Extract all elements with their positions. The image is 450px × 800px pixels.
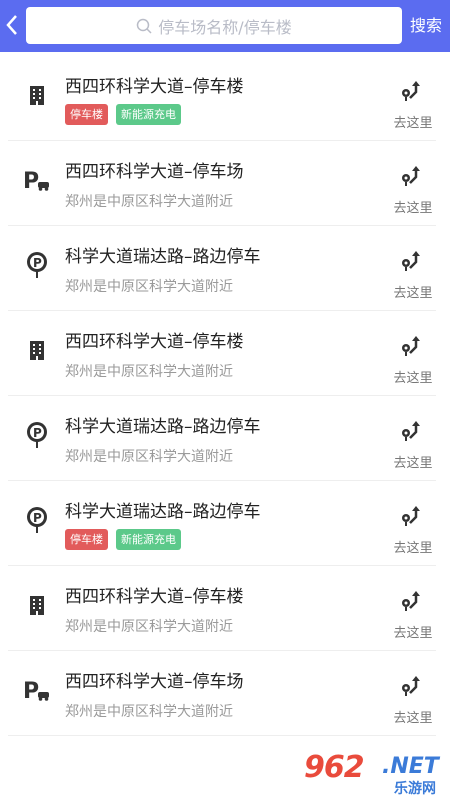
svg-text:P: P bbox=[33, 256, 42, 270]
navigate-label: 去这里 bbox=[393, 456, 433, 471]
roadside-parking-icon: P bbox=[22, 505, 52, 535]
list-item[interactable]: 西四环科学大道–停车楼郑州是中原区科学大道附近 去这里 bbox=[8, 566, 436, 651]
navigate-label: 去这里 bbox=[393, 286, 433, 301]
list-item[interactable]: P 科学大道瑞达路–路边停车郑州是中原区科学大道附近 去这里 bbox=[8, 396, 436, 481]
search-button[interactable]: 搜索 bbox=[410, 8, 442, 44]
parking-address: 郑州是中原区科学大道附近 bbox=[65, 279, 233, 295]
svg-text:P: P bbox=[33, 426, 42, 440]
list-item[interactable]: P 科学大道瑞达路–路边停车 停车楼 新能源充电去这里 bbox=[8, 481, 436, 566]
navigate-label: 去这里 bbox=[393, 541, 433, 556]
list-item[interactable]: P 科学大道瑞达路–路边停车郑州是中原区科学大道附近 去这里 bbox=[8, 226, 436, 311]
roadside-parking-icon: P bbox=[22, 250, 52, 280]
navigate-button[interactable]: 去这里 bbox=[390, 420, 436, 471]
navigate-label: 去这里 bbox=[393, 711, 433, 726]
parking-address: 郑州是中原区科学大道附近 bbox=[65, 449, 233, 465]
navigate-label: 去这里 bbox=[393, 626, 433, 641]
search-placeholder: 停车场名称/停车楼 bbox=[158, 17, 292, 37]
list-item[interactable]: P 西四环科学大道–停车场郑州是中原区科学大道附近 去这里 bbox=[8, 651, 436, 736]
svg-text:P: P bbox=[33, 511, 42, 525]
list-item[interactable]: 西四环科学大道–停车楼郑州是中原区科学大道附近 去这里 bbox=[8, 311, 436, 396]
list-item[interactable]: 西四环科学大道–停车楼 停车楼 新能源充电去这里 bbox=[8, 56, 436, 141]
top-bar: 停车场名称/停车楼 搜索 bbox=[0, 0, 450, 52]
watermark-cn: 乐游网 bbox=[394, 781, 436, 797]
navigate-button[interactable]: 去这里 bbox=[390, 505, 436, 556]
navigate-icon bbox=[400, 335, 426, 361]
parking-title: 西四环科学大道–停车楼 bbox=[65, 77, 244, 97]
navigate-button[interactable]: 去这里 bbox=[390, 675, 436, 726]
parking-lot-icon: P bbox=[22, 675, 52, 705]
navigate-label: 去这里 bbox=[393, 116, 433, 131]
parking-title: 西四环科学大道–停车场 bbox=[65, 162, 244, 182]
parking-title: 西四环科学大道–停车楼 bbox=[65, 332, 244, 352]
watermark-logo: 962 .NET 乐游网 bbox=[304, 750, 444, 797]
search-input[interactable]: 停车场名称/停车楼 bbox=[26, 7, 402, 44]
building-icon bbox=[22, 335, 52, 365]
tag-badge: 停车楼 bbox=[65, 529, 108, 550]
navigate-icon bbox=[400, 590, 426, 616]
navigate-button[interactable]: 去这里 bbox=[390, 165, 436, 216]
building-icon bbox=[22, 80, 52, 110]
parking-address: 郑州是中原区科学大道附近 bbox=[65, 619, 233, 635]
watermark-number: 962 bbox=[304, 750, 365, 785]
navigate-icon bbox=[400, 675, 426, 701]
tag-badge: 停车楼 bbox=[65, 104, 108, 125]
parking-address: 郑州是中原区科学大道附近 bbox=[65, 364, 233, 380]
navigate-button[interactable]: 去这里 bbox=[390, 590, 436, 641]
tag-badge: 新能源充电 bbox=[116, 529, 181, 550]
svg-text:P: P bbox=[23, 679, 39, 703]
tag-badge: 新能源充电 bbox=[116, 104, 181, 125]
parking-address: 郑州是中原区科学大道附近 bbox=[65, 704, 233, 720]
building-icon bbox=[22, 590, 52, 620]
navigate-label: 去这里 bbox=[393, 201, 433, 216]
navigate-icon bbox=[400, 420, 426, 446]
navigate-icon bbox=[400, 250, 426, 276]
navigate-button[interactable]: 去这里 bbox=[390, 250, 436, 301]
tag-group: 停车楼 新能源充电 bbox=[65, 104, 181, 125]
search-icon bbox=[137, 18, 152, 34]
svg-text:P: P bbox=[23, 169, 39, 193]
navigate-button[interactable]: 去这里 bbox=[390, 335, 436, 386]
navigate-button[interactable]: 去这里 bbox=[390, 80, 436, 131]
roadside-parking-icon: P bbox=[22, 420, 52, 450]
parking-address: 郑州是中原区科学大道附近 bbox=[65, 194, 233, 210]
navigate-label: 去这里 bbox=[393, 371, 433, 386]
parking-title: 西四环科学大道–停车场 bbox=[65, 672, 244, 692]
navigate-icon bbox=[400, 505, 426, 531]
parking-title: 西四环科学大道–停车楼 bbox=[65, 587, 244, 607]
watermark-net: .NET bbox=[382, 754, 439, 779]
navigate-icon bbox=[400, 165, 426, 191]
navigate-icon bbox=[400, 80, 426, 106]
tag-group: 停车楼 新能源充电 bbox=[65, 529, 181, 550]
parking-title: 科学大道瑞达路–路边停车 bbox=[65, 502, 261, 522]
list-item[interactable]: P 西四环科学大道–停车场郑州是中原区科学大道附近 去这里 bbox=[8, 141, 436, 226]
back-icon[interactable] bbox=[0, 6, 24, 44]
parking-title: 科学大道瑞达路–路边停车 bbox=[65, 247, 261, 267]
parking-title: 科学大道瑞达路–路边停车 bbox=[65, 417, 261, 437]
parking-list: 西四环科学大道–停车楼 停车楼 新能源充电 去这里 P 西四环科学大道–停车场 郑州是中原区… bbox=[8, 56, 436, 736]
parking-lot-icon: P bbox=[22, 165, 52, 195]
